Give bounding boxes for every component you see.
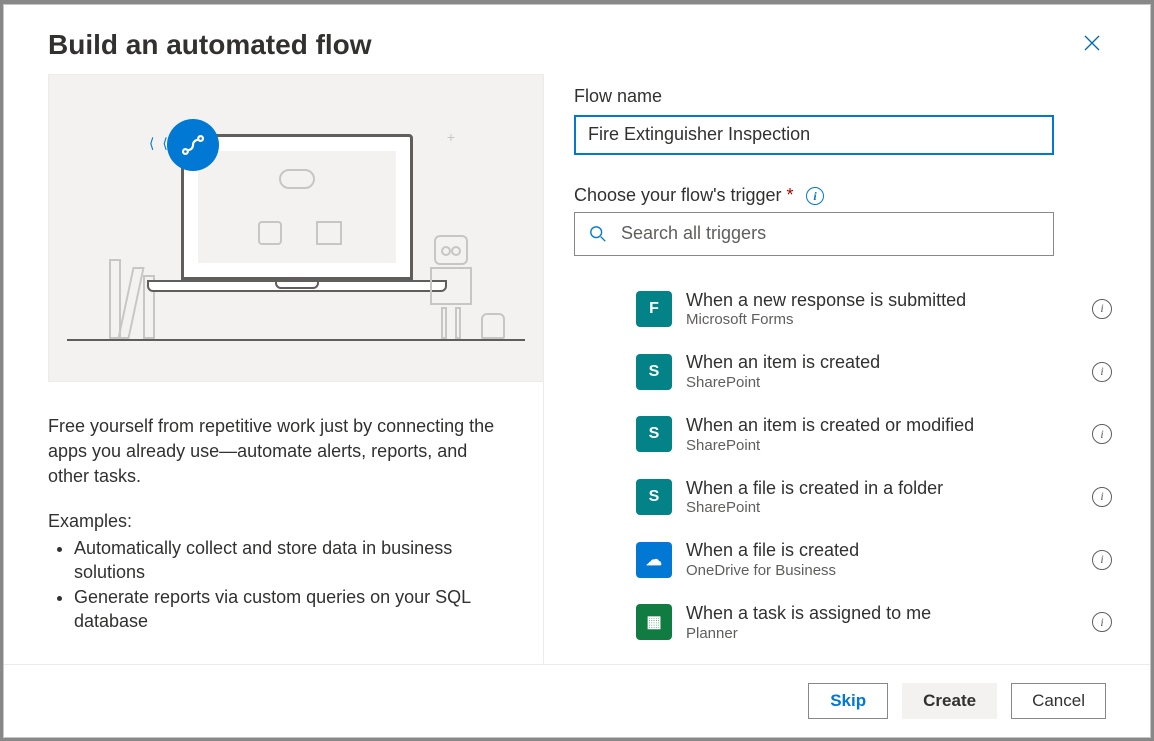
flow-name-input[interactable] xyxy=(574,115,1054,155)
trigger-item[interactable]: F When a new response is submittedMicroso… xyxy=(574,278,1148,341)
trigger-subtitle: SharePoint xyxy=(686,374,1092,391)
trigger-title: When a file is created in a folder xyxy=(686,478,1092,499)
trigger-subtitle: Planner xyxy=(686,625,1092,642)
trigger-title: When an item is created or modified xyxy=(686,415,1092,436)
trigger-subtitle: SharePoint xyxy=(686,499,1092,516)
examples-label: Examples: xyxy=(48,511,499,532)
sharepoint-icon: S xyxy=(636,479,672,515)
onedrive-icon: ☁ xyxy=(636,542,672,578)
skip-button[interactable]: Skip xyxy=(808,683,888,719)
trigger-item[interactable]: ☁ When a file is createdOneDrive for Busi… xyxy=(574,528,1148,591)
illustration: ⟨ ⟨ + xyxy=(48,74,544,382)
trigger-subtitle: SharePoint xyxy=(686,437,1092,454)
info-icon[interactable]: i xyxy=(1092,362,1112,382)
close-icon xyxy=(1084,35,1100,51)
trigger-item[interactable]: S When an item is created or modifiedShar… xyxy=(574,403,1148,466)
search-icon xyxy=(589,225,607,243)
dialog-body: ⟨ ⟨ + Free yourself from repetitive work… xyxy=(4,74,1150,664)
trigger-section-label: Choose your flow's trigger i xyxy=(574,185,1148,206)
trigger-title: When an item is created xyxy=(686,352,1092,373)
info-icon[interactable]: i xyxy=(1092,612,1112,632)
info-icon[interactable]: i xyxy=(1092,424,1112,444)
close-button[interactable] xyxy=(1078,29,1106,62)
right-panel[interactable]: Flow name Choose your flow's trigger i F… xyxy=(544,74,1150,664)
sharepoint-icon: S xyxy=(636,354,672,390)
example-item: Automatically collect and store data in … xyxy=(74,536,499,585)
left-panel: ⟨ ⟨ + Free yourself from repetitive work… xyxy=(4,74,544,664)
trigger-title: When a file is created xyxy=(686,540,1092,561)
sharepoint-icon: S xyxy=(636,416,672,452)
create-button[interactable]: Create xyxy=(902,683,997,719)
trigger-list: F When a new response is submittedMicroso… xyxy=(574,278,1148,654)
flow-name-label: Flow name xyxy=(574,86,1148,107)
trigger-title: When a task is assigned to me xyxy=(686,603,1092,624)
dialog-header: Build an automated flow xyxy=(4,5,1150,74)
trigger-title: When a new response is submitted xyxy=(686,290,1092,311)
dialog-title: Build an automated flow xyxy=(48,29,372,61)
examples-list: Automatically collect and store data in … xyxy=(48,536,499,633)
trigger-item[interactable]: S When an item is createdSharePointi xyxy=(574,340,1148,403)
forms-icon: F xyxy=(636,291,672,327)
build-flow-dialog: Build an automated flow ⟨ ⟨ + xyxy=(3,4,1151,738)
trigger-item[interactable]: ▦ When a task is assigned to mePlanneri xyxy=(574,591,1148,654)
trigger-search-input[interactable] xyxy=(619,222,1039,245)
trigger-label: Choose your flow's trigger xyxy=(574,185,794,205)
trigger-subtitle: Microsoft Forms xyxy=(686,311,1092,328)
planner-icon: ▦ xyxy=(636,604,672,640)
dialog-footer: Skip Create Cancel xyxy=(4,664,1150,737)
info-icon[interactable]: i xyxy=(1092,550,1112,570)
info-icon[interactable]: i xyxy=(1092,299,1112,319)
description-text: Free yourself from repetitive work just … xyxy=(48,414,499,490)
trigger-subtitle: OneDrive for Business xyxy=(686,562,1092,579)
cancel-button[interactable]: Cancel xyxy=(1011,683,1106,719)
trigger-item[interactable]: S When a file is created in a folderShare… xyxy=(574,466,1148,529)
trigger-search[interactable] xyxy=(574,212,1054,256)
info-icon[interactable]: i xyxy=(1092,487,1112,507)
info-icon[interactable]: i xyxy=(806,187,824,205)
example-item: Generate reports via custom queries on y… xyxy=(74,585,499,634)
flow-badge-icon xyxy=(167,119,219,171)
